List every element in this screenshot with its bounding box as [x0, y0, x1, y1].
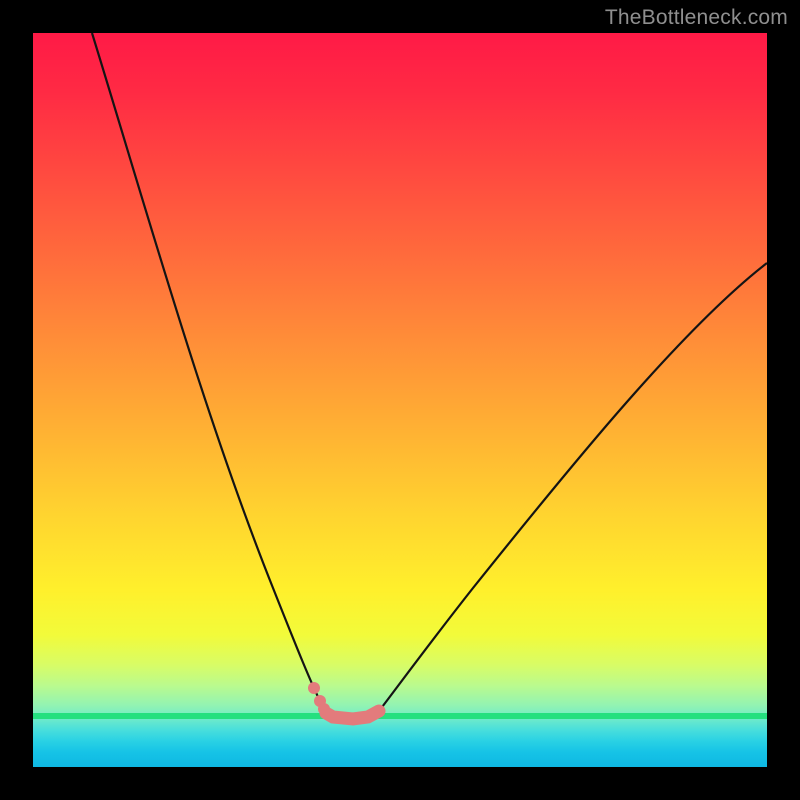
pink-valley-band: [326, 711, 379, 719]
pink-dot-icon: [318, 703, 330, 715]
chart-plot-area: [33, 33, 767, 767]
chart-curve-layer: [33, 33, 767, 767]
watermark-text: TheBottleneck.com: [605, 6, 788, 30]
green-optimal-band: [33, 713, 767, 719]
chart-frame: TheBottleneck.com: [0, 0, 800, 800]
bottleneck-curve: [92, 33, 767, 719]
pink-dot-icon: [308, 682, 320, 694]
